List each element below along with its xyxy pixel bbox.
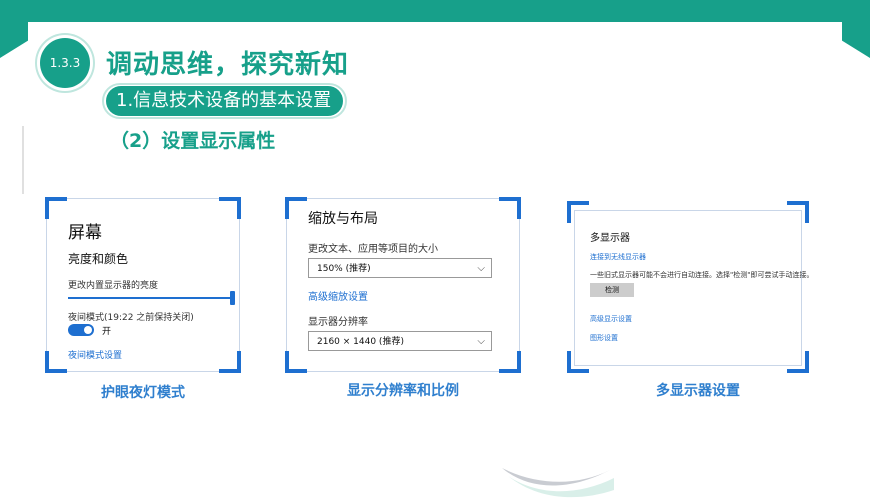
advanced-scale-link[interactable]: 高级缩放设置 bbox=[308, 288, 368, 303]
accent-line bbox=[22, 126, 24, 194]
detect-button[interactable]: 检测 bbox=[590, 283, 634, 297]
brightness-slider-thumb[interactable] bbox=[230, 291, 235, 305]
resolution-value: 2160 × 1440 (推荐) bbox=[317, 337, 404, 347]
toggle-state-label: 开 bbox=[102, 327, 112, 337]
scale-value: 150% (推荐) bbox=[317, 264, 371, 274]
brightness-label: 更改内置显示器的亮度 bbox=[68, 281, 159, 291]
section-heading: （2）设置显示属性 bbox=[110, 130, 276, 152]
brightness-slider-track[interactable] bbox=[68, 297, 232, 299]
scale-label: 更改文本、应用等项目的大小 bbox=[308, 244, 438, 255]
section-badge: 1.3.3 bbox=[40, 38, 90, 88]
page-title: 调动思维，探究新知 bbox=[106, 50, 350, 80]
night-mode-label: 夜间模式(19:22 之前保持关闭) bbox=[68, 313, 194, 323]
scale-layout-panel: 缩放与布局 更改文本、应用等项目的大小 150% (推荐) ⌵ 高级缩放设置 显… bbox=[285, 197, 521, 373]
chevron-down-icon: ⌵ bbox=[477, 336, 485, 347]
chevron-down-icon: ⌵ bbox=[477, 263, 485, 274]
brightness-color-heading: 亮度和颜色 bbox=[68, 252, 129, 266]
scale-dropdown[interactable]: 150% (推荐) ⌵ bbox=[308, 258, 492, 278]
decorative-swoosh bbox=[502, 468, 614, 498]
banner-tab-right bbox=[842, 0, 870, 58]
scale-layout-title: 缩放与布局 bbox=[308, 211, 378, 227]
caption-resolution: 显示分辨率和比例 bbox=[347, 383, 459, 399]
screen-title: 屏幕 bbox=[68, 223, 102, 243]
resolution-label: 显示器分辨率 bbox=[308, 317, 368, 328]
caption-multi-display: 多显示器设置 bbox=[656, 383, 740, 399]
caption-night-mode: 护眼夜灯模式 bbox=[101, 385, 185, 401]
multi-display-panel: 多显示器 连接到无线显示器 一些旧式显示器可能不会进行自动连接。选择"检测"即可… bbox=[567, 201, 813, 373]
night-mode-settings-link[interactable]: 夜间模式设置 bbox=[68, 348, 122, 361]
multi-display-title: 多显示器 bbox=[590, 233, 630, 244]
night-mode-toggle[interactable] bbox=[68, 324, 94, 336]
banner-tab-left bbox=[0, 0, 28, 58]
detect-info-text: 一些旧式显示器可能不会进行自动连接。选择"检测"即可尝试手动连接。 bbox=[590, 271, 814, 279]
screen-panel: 屏幕 亮度和颜色 更改内置显示器的亮度 夜间模式(19:22 之前保持关闭) 开… bbox=[45, 197, 241, 373]
top-banner bbox=[0, 0, 870, 22]
connect-wireless-link[interactable]: 连接到无线显示器 bbox=[590, 252, 646, 262]
graphics-settings-link[interactable]: 图形设置 bbox=[590, 333, 618, 343]
subtitle-pill: 1.信息技术设备的基本设置 bbox=[101, 83, 348, 119]
advanced-display-link[interactable]: 高级显示设置 bbox=[590, 314, 632, 324]
resolution-dropdown[interactable]: 2160 × 1440 (推荐) ⌵ bbox=[308, 331, 492, 351]
